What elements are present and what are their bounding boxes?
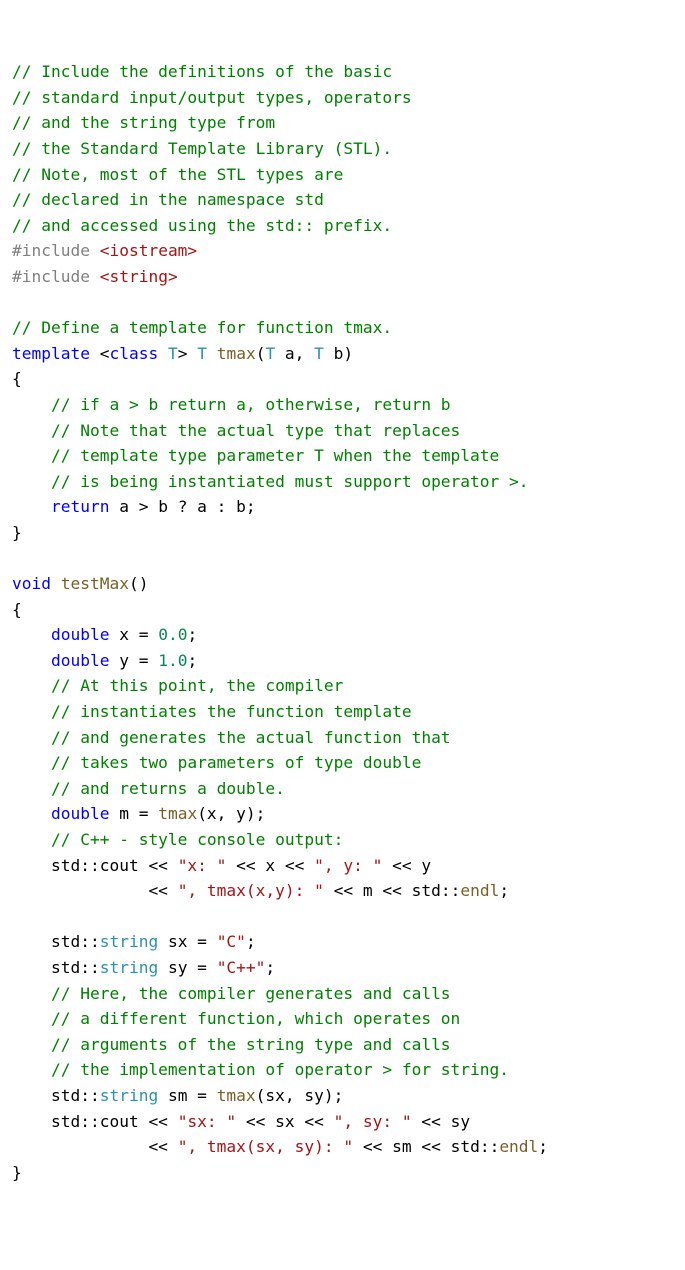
comment-line: // C++ - style console output: [51,830,343,849]
include-target: <string> [100,267,178,286]
code-block: // Include the definitions of the basic … [12,59,673,1185]
keyword-template: template [12,344,90,363]
keyword-void: void [12,574,51,593]
function-call: tmax [217,1086,256,1105]
comment-line: // and the string type from [12,113,275,132]
identifier-endl: endl [460,881,499,900]
comment-line: // declared in the namespace std [12,190,324,209]
type-string: string [100,958,158,977]
preprocessor-keyword: #include [12,241,90,260]
type-string: string [100,932,158,951]
comment-line: // Include the definitions of the basic [12,62,392,81]
keyword-class: class [109,344,158,363]
include-target: <iostream> [100,241,197,260]
number-literal: 1.0 [158,651,187,670]
comment-line: // standard input/output types, operator… [12,88,412,107]
preprocessor-keyword: #include [12,267,90,286]
string-literal: "C" [217,932,246,951]
comment-line: // is being instantiated must support op… [51,472,529,491]
comment-line: // a different function, which operates … [51,1009,460,1028]
type-string: string [100,1086,158,1105]
function-name: testMax [61,574,129,593]
function-call: tmax [158,804,197,823]
string-literal: ", y: " [314,856,382,875]
string-literal: ", sy: " [334,1112,412,1131]
string-literal: ", tmax(x,y): " [178,881,324,900]
comment-line: // and generates the actual function tha… [51,728,451,747]
comment-line: // At this point, the compiler [51,676,343,695]
number-literal: 0.0 [158,625,187,644]
comment-line: // Note, most of the STL types are [12,165,343,184]
keyword-return: return [51,497,109,516]
keyword-double: double [51,804,109,823]
function-name: tmax [217,344,256,363]
comment-line: // if a > b return a, otherwise, return … [51,395,451,414]
keyword-double: double [51,625,109,644]
string-literal: "sx: " [178,1112,236,1131]
comment-line: // the Standard Template Library (STL). [12,139,392,158]
comment-line: // and returns a double. [51,779,285,798]
type-param: T [197,344,207,363]
string-literal: "C++" [217,958,266,977]
comment-line: // takes two parameters of type double [51,753,421,772]
type-param: T [314,344,324,363]
comment-line: // Define a template for function tmax. [12,318,392,337]
type-param: T [265,344,275,363]
comment-line: // arguments of the string type and call… [51,1035,451,1054]
type-param: T [168,344,178,363]
comment-line: // template type parameter T when the te… [51,446,499,465]
string-literal: ", tmax(sx, sy): " [178,1137,353,1156]
comment-line: // instantiates the function template [51,702,412,721]
string-literal: "x: " [178,856,227,875]
comment-line: // the implementation of operator > for … [51,1060,509,1079]
comment-line: // Note that the actual type that replac… [51,421,460,440]
keyword-double: double [51,651,109,670]
comment-line: // Here, the compiler generates and call… [51,984,451,1003]
comment-line: // and accessed using the std:: prefix. [12,216,392,235]
identifier-endl: endl [499,1137,538,1156]
